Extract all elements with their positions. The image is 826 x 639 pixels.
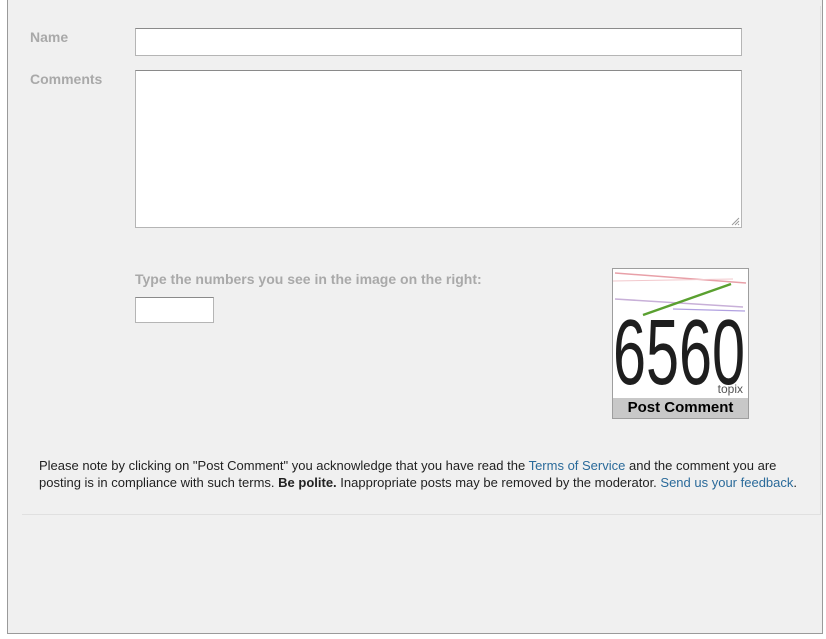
notice-text-3: Inappropriate posts may be removed by th…: [336, 475, 661, 490]
posting-notice: Please note by clicking on "Post Comment…: [39, 457, 809, 491]
captcha-brand-text: topix: [718, 382, 743, 396]
notice-text-1: Please note by clicking on "Post Comment…: [39, 458, 529, 473]
notice-text-4: .: [793, 475, 798, 490]
name-label: Name: [30, 29, 69, 45]
comments-label: Comments: [30, 71, 103, 87]
resize-grip-icon[interactable]: [730, 216, 740, 226]
comments-wrapper: [135, 70, 742, 228]
be-polite-text: Be polite.: [278, 475, 337, 490]
name-input[interactable]: [135, 28, 742, 56]
captcha-image: 6560 topix: [613, 269, 748, 398]
post-comment-button[interactable]: Post Comment: [613, 398, 748, 418]
comments-textarea[interactable]: [135, 70, 742, 228]
terms-of-service-link[interactable]: Terms of Service: [529, 458, 626, 473]
captcha-prompt: Type the numbers you see in the image on…: [135, 271, 482, 287]
feedback-link[interactable]: Send us your feedback: [660, 475, 793, 490]
captcha-box: 6560 topix Post Comment: [612, 268, 749, 419]
captcha-input[interactable]: [135, 297, 214, 323]
